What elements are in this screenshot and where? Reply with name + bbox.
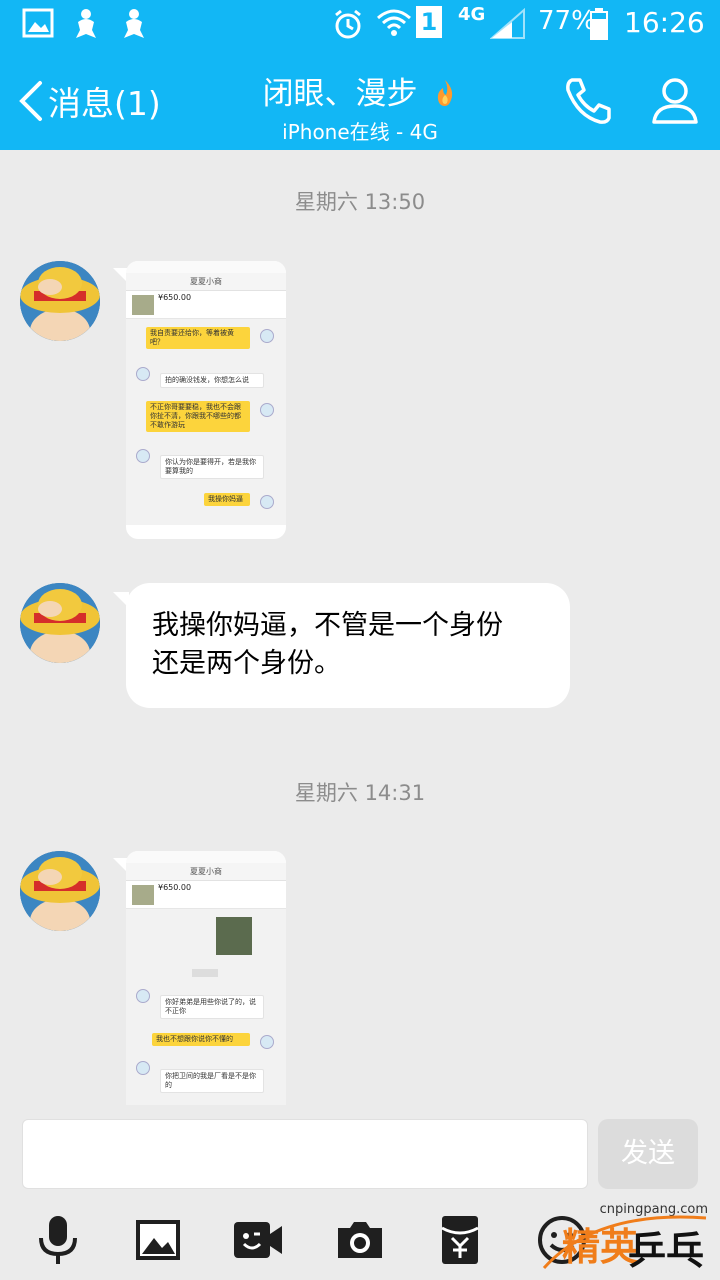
- shot-time-chip: [192, 969, 218, 977]
- phone-icon[interactable]: [562, 76, 614, 126]
- shot-message: 不正你哥要要稳，我也不会跟你扯不清，你跟我不哪些的都不敢作游玩: [146, 401, 250, 432]
- image-message[interactable]: 夏夏小商 ¥650.00 你好弟弟是用些你说了的，说不正你 我也不想跟你说你不懂…: [126, 851, 286, 1105]
- shot-message: 你好弟弟是用些你说了的，说不正你: [160, 995, 264, 1019]
- bubble-tail: [113, 268, 127, 282]
- shot-title: 夏夏小商: [126, 273, 286, 291]
- signal-icon: [490, 8, 525, 39]
- message-line: 还是两个身份。: [152, 648, 341, 679]
- send-button[interactable]: 发送: [598, 1119, 698, 1189]
- chevron-left-icon: [19, 81, 42, 121]
- app-notification-icon-2: [124, 9, 144, 38]
- shot-message: 我操你妈逼: [204, 493, 250, 506]
- battery-icon: [590, 8, 608, 40]
- online-status: iPhone在线 - 4G: [282, 120, 438, 144]
- wifi-icon: [377, 9, 411, 36]
- shot-price: ¥650.00: [158, 293, 192, 302]
- timestamp: 星期六 14:31: [294, 781, 426, 805]
- message-line: 我操你妈逼，不管是一个身份: [152, 610, 503, 641]
- chat-title-text: 闭眼、漫步: [262, 76, 418, 112]
- clock: 16:26: [624, 6, 705, 39]
- shot-message: 你把卫间的我是厂看是不是你的: [160, 1069, 264, 1093]
- sim-badge: 1: [416, 6, 442, 38]
- video-icon[interactable]: [230, 1212, 286, 1268]
- chat-title[interactable]: 闭眼、漫步: [220, 68, 500, 113]
- avatar[interactable]: [20, 261, 100, 341]
- top-bar: 1 4G 77% 16:26 消息(1) 闭眼、漫步 iPhone在线 - 4G: [0, 0, 720, 150]
- shot-message: 拍的确没钱发，你想怎么说: [160, 373, 264, 388]
- watermark: cnpingpang.com 精英 乒乓网: [536, 1198, 720, 1280]
- gallery-notification-icon: [22, 8, 54, 38]
- battery-percent: 77%: [538, 6, 596, 36]
- timestamp: 星期六 13:50: [294, 190, 426, 214]
- app-notification-icon: [76, 9, 96, 38]
- shot-message: 我自责要还给你，等着被黄吧？: [146, 327, 250, 349]
- shot-photo: [216, 917, 252, 955]
- text-message[interactable]: 我操你妈逼，不管是一个身份 还是两个身份。: [126, 583, 570, 708]
- shot-message: 你认为你是要得开，若是我你要算我的: [160, 455, 264, 479]
- avatar[interactable]: [20, 583, 100, 663]
- shot-title: 夏夏小商: [126, 863, 286, 881]
- avatar[interactable]: [20, 851, 100, 931]
- status-bar: 1 4G 77% 16:26: [0, 0, 720, 48]
- message-input[interactable]: [22, 1119, 588, 1189]
- alarm-icon: [335, 9, 361, 39]
- image-message[interactable]: 夏夏小商 ¥650.00 我自责要还给你，等着被黄吧？ 拍的确没钱发，你想怎么说…: [126, 261, 286, 539]
- back-button[interactable]: 消息(1): [18, 74, 161, 128]
- shot-message: 我也不想跟你说你不懂的: [152, 1033, 250, 1046]
- bubble-tail: [113, 858, 127, 872]
- watermark-brand: 精英: [562, 1224, 639, 1269]
- watermark-brand-2: 乒乓网: [628, 1228, 705, 1273]
- network-type: 4G: [458, 4, 486, 25]
- red-packet-icon[interactable]: [432, 1212, 488, 1268]
- profile-icon[interactable]: [650, 76, 700, 126]
- shot-price: ¥650.00: [158, 883, 192, 892]
- camera-icon[interactable]: [332, 1212, 388, 1268]
- mic-icon[interactable]: [30, 1212, 86, 1268]
- picture-icon[interactable]: [130, 1212, 186, 1268]
- back-label: 消息(1): [48, 84, 161, 123]
- fire-icon: [438, 80, 453, 106]
